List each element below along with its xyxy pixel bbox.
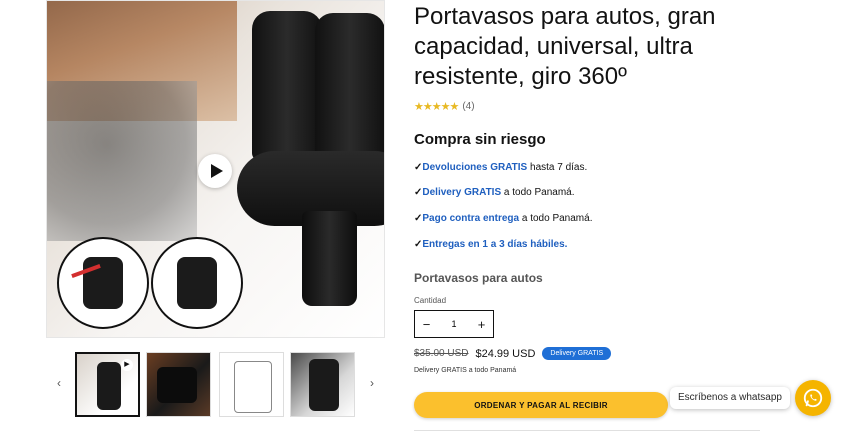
thumbnail-prev-button[interactable]: ‹ xyxy=(52,376,66,390)
thumbnail-2[interactable] xyxy=(146,352,211,417)
cup-holder-left-cup xyxy=(252,11,322,161)
review-count: (4) xyxy=(462,101,475,112)
benefit-text: a todo Panamá. xyxy=(519,213,593,224)
inset-holder xyxy=(83,257,123,309)
delivery-badge: Delivery GRATIS xyxy=(542,347,612,360)
thumbnail-4[interactable] xyxy=(290,352,355,417)
product-title: Portavasos para autos, gran capacidad, u… xyxy=(414,3,716,90)
benefit-delivery-time: ✓Entregas en 1 a 3 días hábiles. xyxy=(414,239,567,250)
variant-label: Portavasos para autos xyxy=(414,271,543,285)
benefit-cash-on-delivery: ✓Pago contra entrega a todo Panamá. xyxy=(414,213,592,224)
delivery-note: Delivery GRATIS a todo Panamá xyxy=(414,367,517,374)
thumb-product-shape xyxy=(309,359,339,411)
star-rating-icon: ★★★★★ xyxy=(414,101,459,113)
thumbnail-1[interactable]: ▶ xyxy=(75,352,140,417)
thumb-product-shape xyxy=(157,367,197,403)
thumbnail-3[interactable] xyxy=(219,352,284,417)
inset-holder xyxy=(177,257,217,309)
product-main-image[interactable] xyxy=(46,0,385,338)
whatsapp-label[interactable]: Escríbenos a whatsapp xyxy=(670,387,790,409)
detail-inset-expanded xyxy=(151,237,243,329)
cup-holder-right-cup xyxy=(315,13,384,163)
price-row: $35.00 USD $24.99 USD Delivery GRATIS xyxy=(414,347,612,360)
benefit-delivery: ✓Delivery GRATIS a todo Panamá. xyxy=(414,187,575,198)
benefit-highlight: Devoluciones GRATIS xyxy=(422,162,528,173)
cup-holder-stem xyxy=(302,211,357,306)
thumbnail-next-button[interactable]: › xyxy=(365,376,379,390)
thumbnail-play-icon: ▶ xyxy=(121,359,133,371)
car-console-background xyxy=(47,81,197,241)
thumb-dimension-sketch xyxy=(234,361,272,413)
benefit-highlight: Pago contra entrega xyxy=(422,213,520,224)
quantity-input[interactable] xyxy=(438,318,470,330)
benefit-text: a todo Panamá. xyxy=(501,187,575,198)
guarantee-heading: Compra sin riesgo xyxy=(414,131,546,148)
benefit-highlight: Delivery GRATIS xyxy=(422,187,502,198)
product-rating[interactable]: ★★★★★ (4) xyxy=(414,100,475,113)
quantity-decrease-button[interactable]: − xyxy=(415,317,438,332)
quantity-increase-button[interactable]: + xyxy=(470,317,493,332)
quantity-label: Cantidad xyxy=(414,296,447,305)
order-pay-on-delivery-button[interactable]: ORDENAR Y PAGAR AL RECIBIR xyxy=(414,392,668,418)
divider xyxy=(414,430,760,431)
video-play-button[interactable] xyxy=(198,154,232,188)
play-icon xyxy=(210,164,223,178)
benefit-returns: ✓Devoluciones GRATIS hasta 7 días. xyxy=(414,162,587,173)
whatsapp-icon xyxy=(803,388,823,408)
compare-at-price: $35.00 USD xyxy=(414,348,469,359)
whatsapp-button[interactable] xyxy=(795,380,831,416)
thumb-product-shape xyxy=(97,362,121,410)
sale-price: $24.99 USD xyxy=(475,347,536,360)
benefit-text: hasta 7 días. xyxy=(527,162,588,173)
detail-inset-rotation xyxy=(57,237,149,329)
benefit-highlight: Entregas en 1 a 3 días hábiles. xyxy=(422,239,568,250)
quantity-stepper: − + xyxy=(414,310,494,338)
